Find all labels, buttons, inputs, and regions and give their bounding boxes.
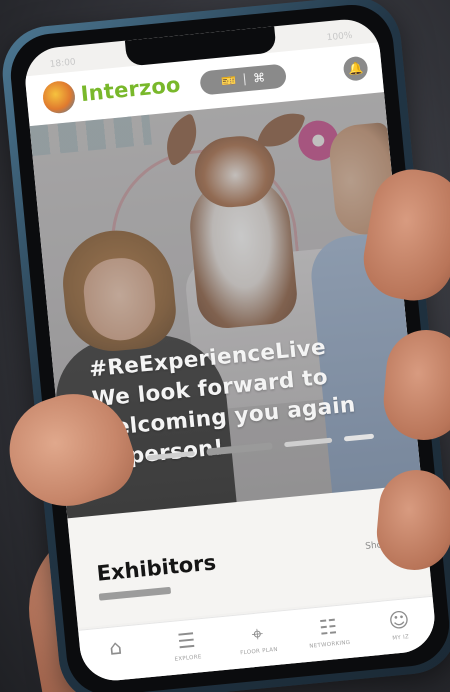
phone-bezel: 18:00 100% Interzoo 🎫 ⌘ 🔔 #ReExperienceL… <box>7 1 450 692</box>
handshake-icon: ☷ <box>318 614 339 640</box>
nav-label: EXPLORE <box>174 654 202 663</box>
map-pin-icon: ⌖ <box>250 621 265 647</box>
nav-item-floor-plan[interactable]: ⌖ FLOOR PLAN <box>226 619 289 658</box>
nav-item-networking[interactable]: ☷ NETWORKING <box>297 612 360 651</box>
notification-bell-icon[interactable]: 🔔 <box>342 55 369 82</box>
brand-name[interactable]: Interzoo <box>80 73 182 106</box>
qr-scan-icon[interactable]: ⌘ <box>252 70 265 85</box>
ticket-icon[interactable]: 🎫 <box>221 73 237 88</box>
search-list-icon: ☰ <box>176 627 197 654</box>
status-time: 18:00 <box>49 57 77 70</box>
battery-level: 100% <box>326 30 353 44</box>
nav-item-home[interactable]: ⌂ <box>85 633 147 666</box>
phone-frame: 18:00 100% Interzoo 🎫 ⌘ 🔔 #ReExperienceL… <box>0 0 450 692</box>
interzoo-logo-icon[interactable] <box>41 79 77 115</box>
nav-label: FLOOR PLAN <box>239 646 279 657</box>
nav-label: NETWORKING <box>309 639 351 650</box>
nav-item-explore[interactable]: ☰ EXPLORE <box>155 626 218 665</box>
app-screen: 18:00 100% Interzoo 🎫 ⌘ 🔔 #ReExperienceL… <box>22 16 438 684</box>
phone-mockup: 18:00 100% Interzoo 🎫 ⌘ 🔔 #ReExperienceL… <box>0 0 450 692</box>
home-icon: ⌂ <box>108 634 124 660</box>
divider <box>243 73 246 86</box>
nav-item-my-iz[interactable]: ☺ MY IZ <box>368 605 431 644</box>
section-title: Exhibitors <box>95 550 218 586</box>
scan-tools: 🎫 ⌘ <box>199 63 288 96</box>
profile-icon: ☺ <box>387 607 411 633</box>
section-underline <box>98 586 172 601</box>
nav-label: MY IZ <box>392 634 410 642</box>
